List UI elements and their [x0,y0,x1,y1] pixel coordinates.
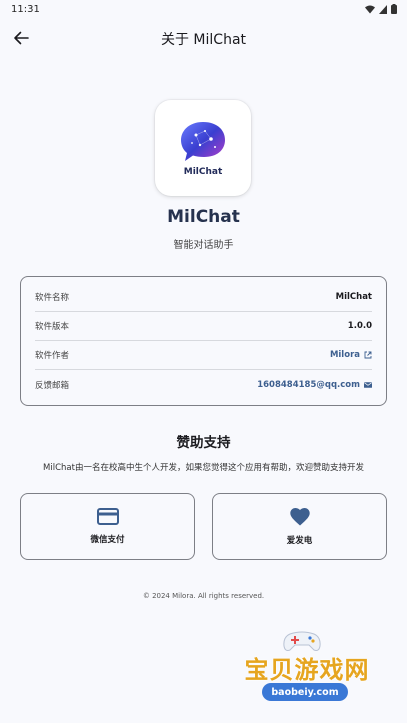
afdian-button[interactable]: 爱发电 [212,493,387,560]
info-label: 反馈邮箱 [35,380,70,391]
mail-icon [364,381,372,388]
signal-icon [379,4,387,14]
info-row-feedback-email[interactable]: 反馈邮箱 1608484185@qq.com [35,370,372,399]
wifi-icon [365,5,375,13]
app-info-card: 软件名称 MilChat 软件版本 1.0.0 软件作者 Milora 反馈邮箱… [20,276,387,406]
open-in-new-icon [364,351,372,359]
wechat-pay-label: 微信支付 [90,535,125,545]
email-link[interactable]: 1608484185@qq.com [257,380,372,390]
heart-icon [289,507,310,525]
watermark-text: 宝贝游戏网 [244,656,370,684]
afdian-label: 爱发电 [286,535,313,546]
app-name: MilChat [167,207,240,227]
info-label: 软件名称 [35,293,70,303]
info-value: MilChat [335,292,372,302]
app-logo: MilChat [155,100,251,196]
info-row-author[interactable]: 软件作者 Milora [35,341,372,370]
battery-icon [391,4,397,14]
watermark-url: baobeiy.com [262,683,348,701]
arrow-back-icon [14,31,29,45]
info-label: 软件版本 [35,322,70,332]
app-subtitle: 智能对话助手 [173,240,234,251]
status-time: 11:31 [11,3,40,15]
status-bar: 11:31 [0,0,407,18]
info-label: 软件作者 [35,351,70,361]
author-name[interactable]: Milora [330,350,360,360]
support-description: MilChat由一名在校高中生个人开发，如果您觉得这个应用有帮助，欢迎赞助支持开… [43,463,364,473]
copyright-footer: © 2024 Milora. All rights reserved. [142,592,265,600]
site-watermark: 宝贝游戏网 baobeiy.com [232,628,382,718]
app-bar: 关于 MilChat [0,18,407,60]
back-button[interactable] [9,26,33,50]
email-address[interactable]: 1608484185@qq.com [257,380,360,390]
page-title: 关于 MilChat [160,32,247,48]
info-value: 1.0.0 [347,321,372,331]
info-row-version: 软件版本 1.0.0 [35,312,372,341]
info-row-software-name: 软件名称 MilChat [35,283,372,312]
author-link[interactable]: Milora [330,350,372,360]
chat-bubble-logo-icon [181,122,225,161]
support-section-title: 赞助支持 [176,435,231,451]
status-icons [365,4,397,14]
wechat-pay-button[interactable]: 微信支付 [20,493,195,560]
credit-card-icon [96,508,119,525]
logo-wordmark: MilChat [183,167,223,177]
